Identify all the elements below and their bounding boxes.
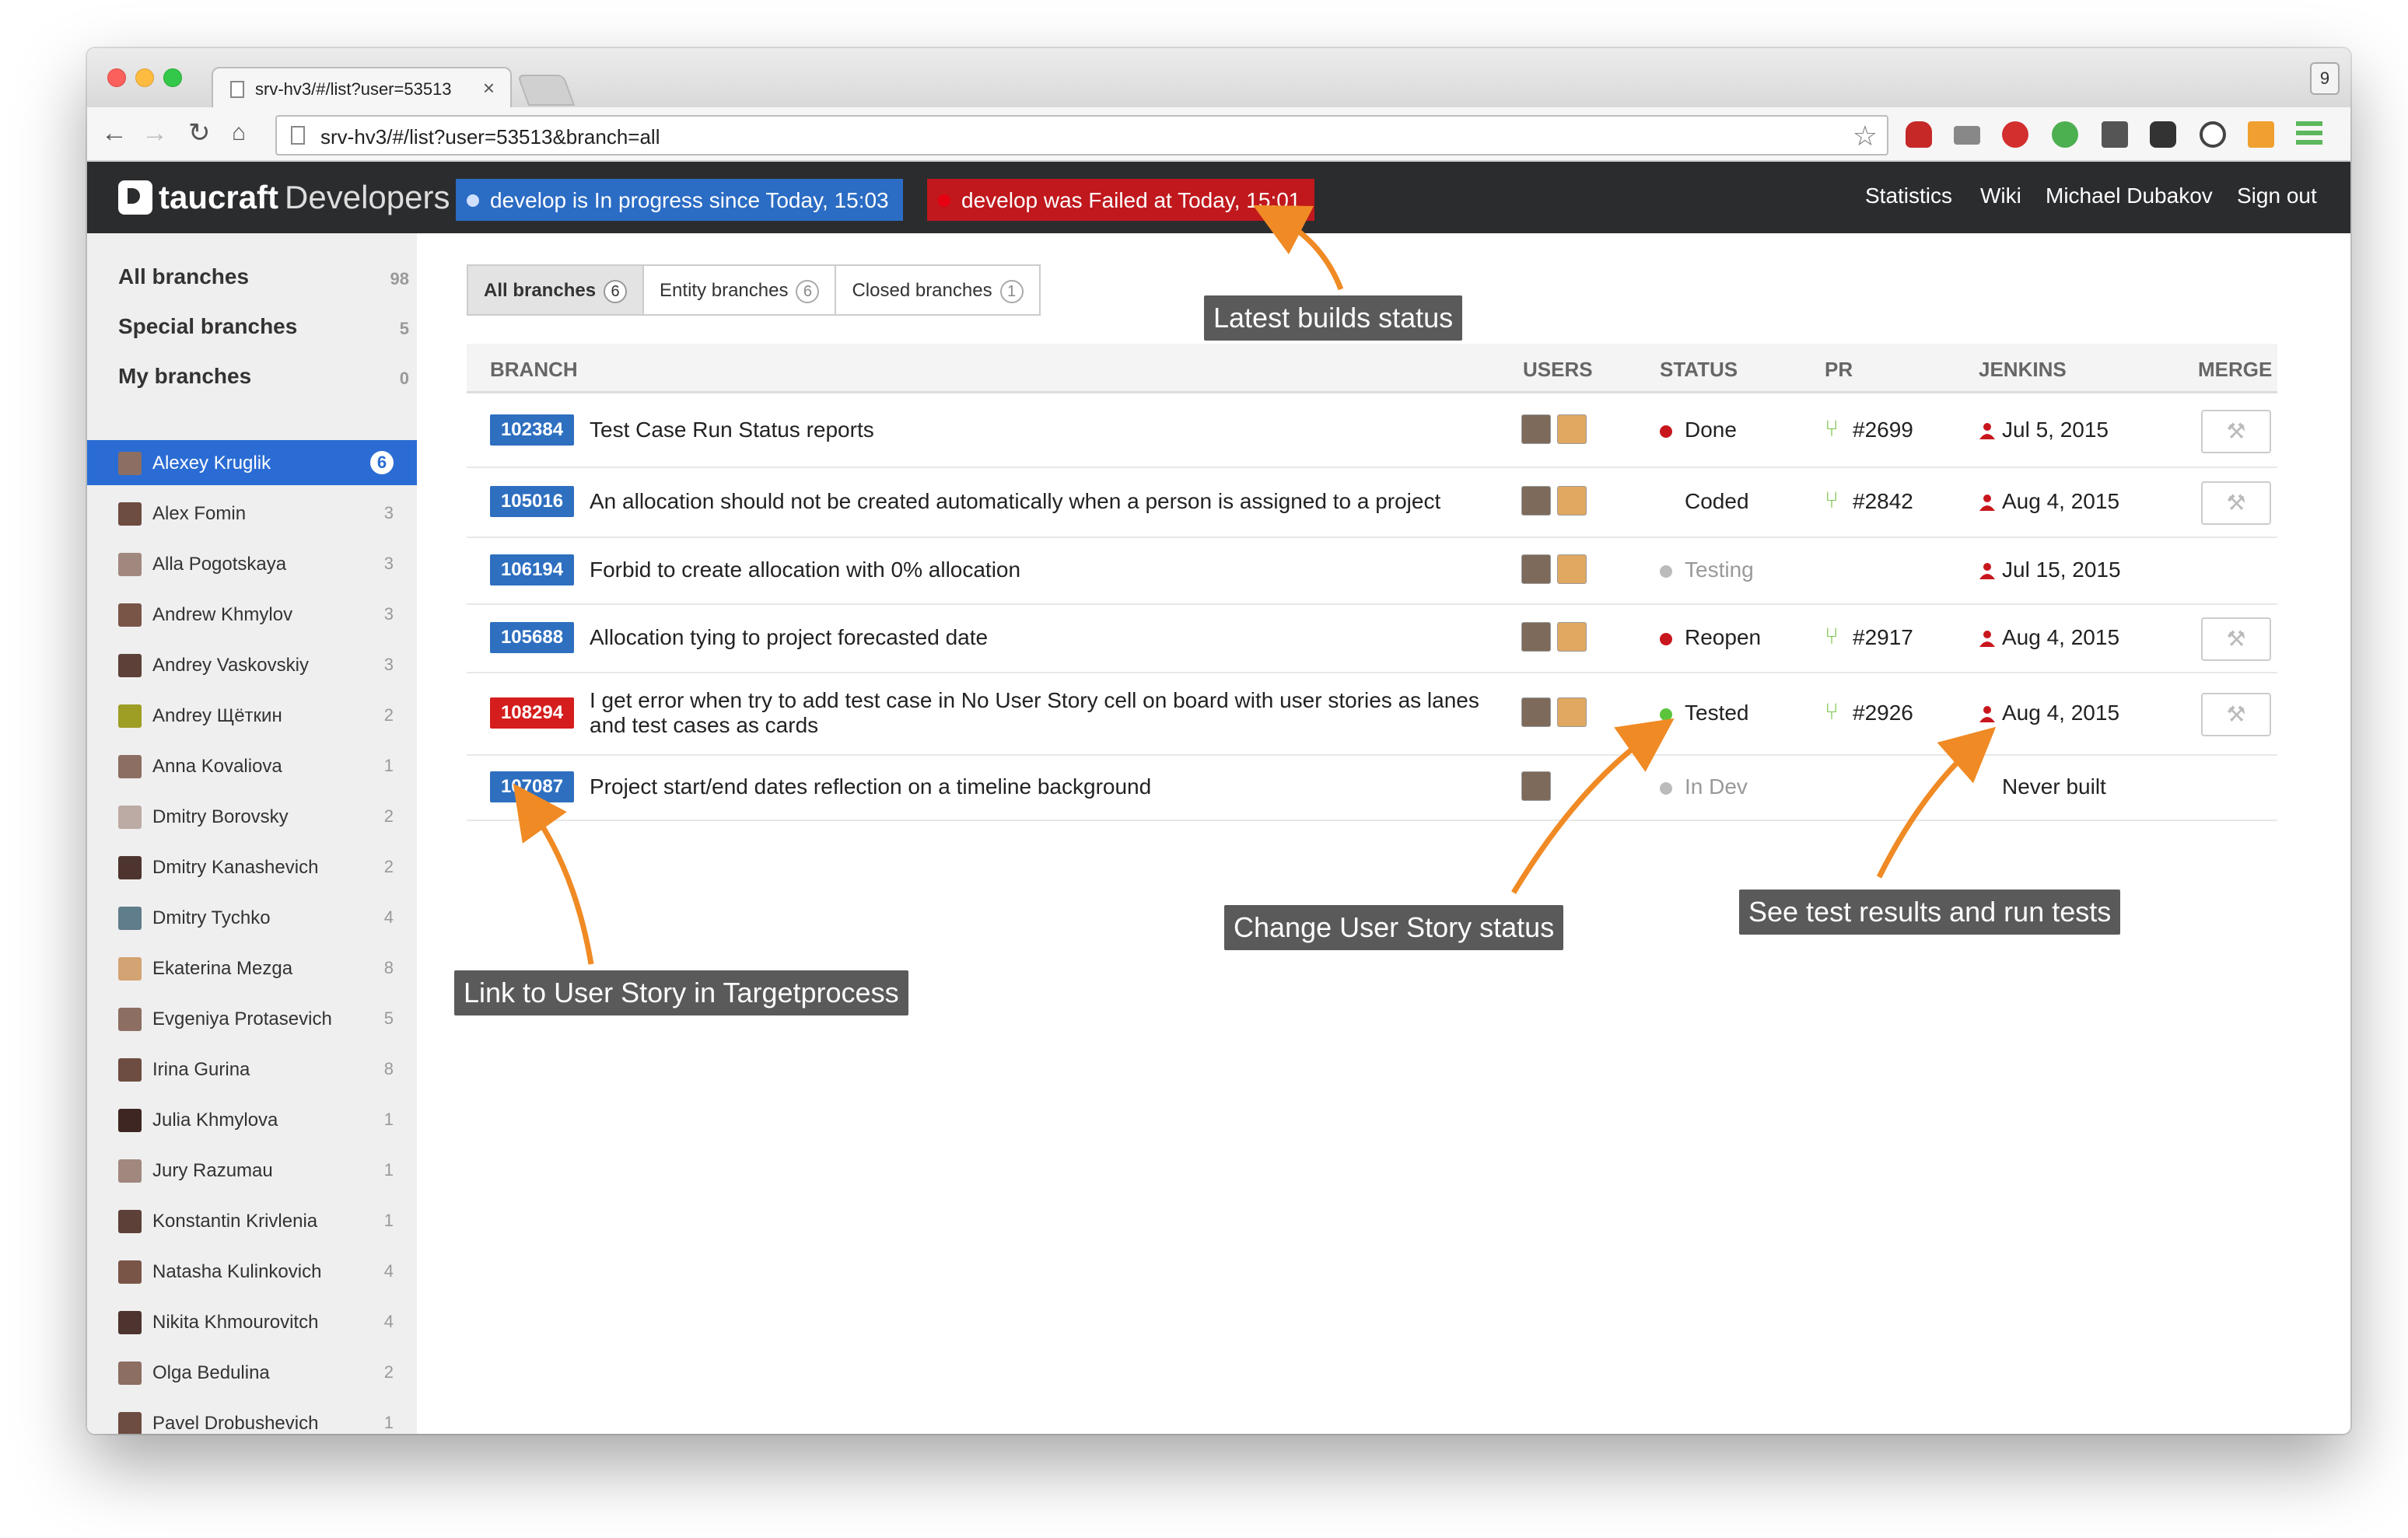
annotation-arrows <box>513 204 1997 965</box>
arrow-link-story <box>513 783 594 965</box>
arrow-latest-builds <box>1252 204 1344 291</box>
arrow-change-status <box>1511 718 1675 894</box>
arrow-test-results <box>1876 726 1997 879</box>
